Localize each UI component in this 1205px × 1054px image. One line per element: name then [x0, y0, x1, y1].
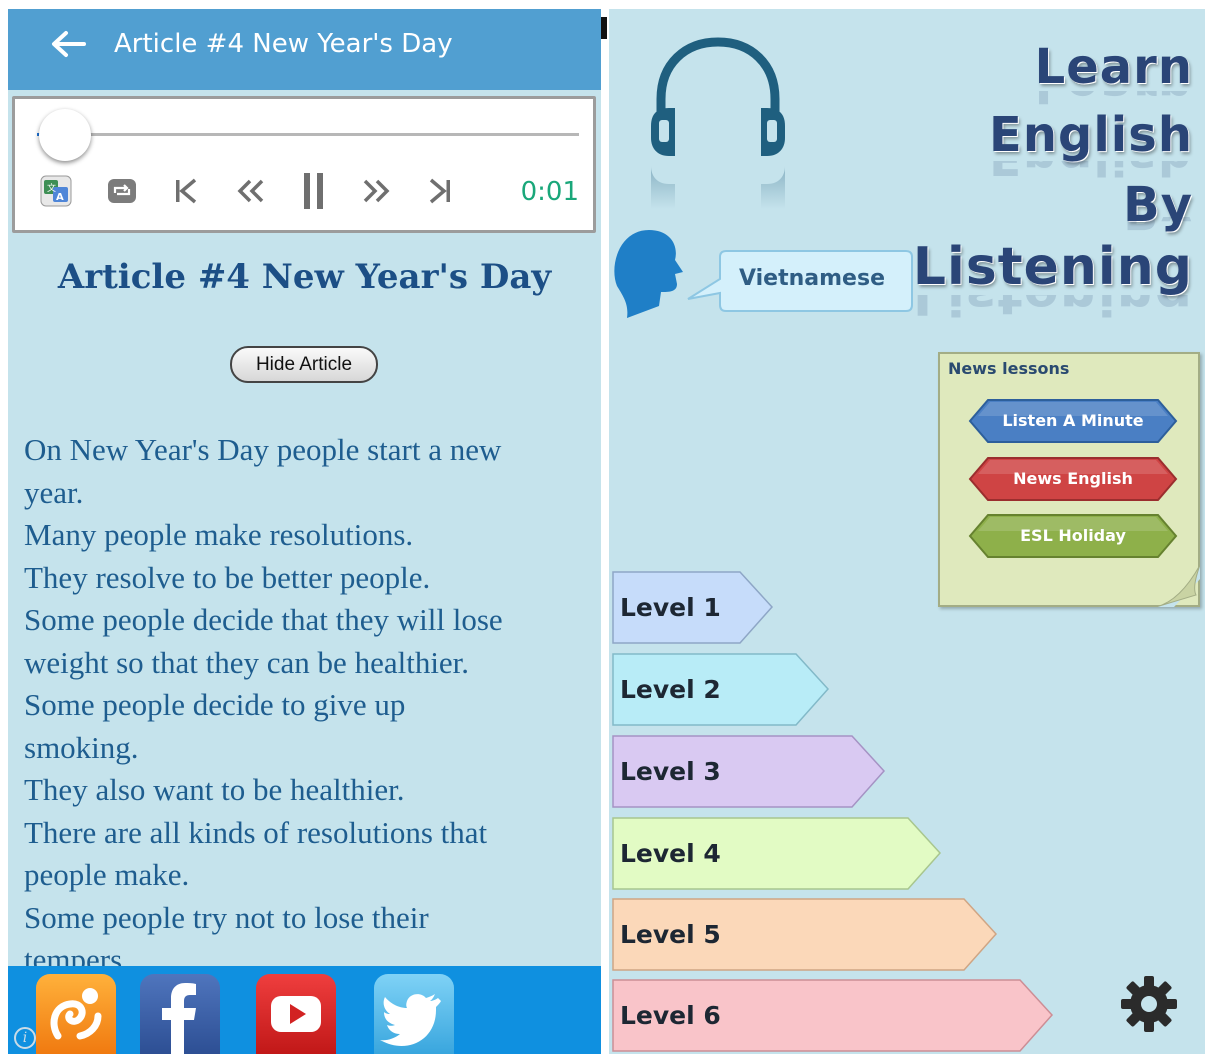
page-curl-icon [1156, 565, 1200, 607]
svg-text:A: A [56, 192, 64, 203]
twitter-icon[interactable] [374, 974, 454, 1054]
pause-icon[interactable] [297, 173, 331, 209]
article-body: On New Year's Day people start a new year… [24, 429, 596, 982]
esl-holiday-label: ESL Holiday [1020, 526, 1126, 545]
article-line: Many people make resolutions. [24, 517, 414, 552]
news-english-label: News English [1013, 469, 1133, 488]
settings-gear-icon[interactable] [1119, 974, 1179, 1034]
skip-previous-icon[interactable] [169, 174, 203, 208]
article-line: weight so that they can be healthier. [24, 644, 470, 680]
news-lessons-card: News lessons Listen A Minute News Englis… [938, 352, 1200, 607]
level-6-button[interactable]: Level 6 [612, 979, 1054, 1052]
audio-player: 文A 0:01 [12, 96, 596, 233]
seek-track[interactable] [37, 133, 579, 136]
title-reflection: By [1123, 217, 1193, 239]
article-line: people make. [24, 857, 190, 892]
home-screen: Vietnamese Learn Learn English English B… [609, 9, 1205, 1054]
level-4-button[interactable]: Level 4 [612, 817, 942, 890]
article-line: There are all kinds of resolutions that [24, 814, 488, 850]
playback-time: 0:01 [520, 177, 579, 207]
article-line: They resolve to be better people. [24, 559, 431, 595]
article-line: Some people decide that they will lose [24, 602, 503, 637]
app-bar: Article #4 New Year's Day [8, 9, 601, 90]
hide-article-button[interactable]: Hide Article [230, 346, 378, 383]
title-line-english: English [989, 107, 1193, 163]
level-1-button[interactable]: Level 1 [612, 571, 774, 644]
listen-a-minute-button[interactable]: Listen A Minute [968, 398, 1178, 444]
divider-mark [601, 17, 607, 39]
level-2-label: Level 2 [620, 675, 721, 704]
level-5-button[interactable]: Level 5 [612, 898, 998, 971]
facebook-icon[interactable] [140, 974, 220, 1054]
news-lessons-title: News lessons [948, 359, 1070, 378]
language-label[interactable]: Vietnamese [713, 251, 911, 307]
article-line: On New Year's Day people start a new [24, 432, 502, 467]
level-1-label: Level 1 [620, 593, 721, 622]
speaking-head-icon [614, 230, 683, 318]
title-line-listening: Listening [912, 237, 1193, 297]
youtube-icon[interactable] [256, 974, 336, 1054]
title-reflection: Listening [912, 295, 1193, 325]
info-icon[interactable]: i [14, 1027, 36, 1049]
back-arrow-icon[interactable] [48, 29, 88, 59]
uc-browser-icon[interactable] [36, 974, 116, 1054]
seek-knob[interactable] [39, 109, 91, 161]
article-line: smoking. [24, 729, 139, 765]
level-4-label: Level 4 [620, 839, 721, 868]
translate-icon[interactable]: 文A [39, 174, 73, 208]
article-line: year. [24, 474, 84, 510]
rewind-icon[interactable] [233, 174, 267, 208]
level-2-button[interactable]: Level 2 [612, 653, 830, 726]
article-screen: Article #4 New Year's Day 文A 0:01 Articl… [8, 9, 601, 1054]
app-bar-title: Article #4 New Year's Day [114, 29, 453, 59]
article-heading: Article #4 New Year's Day [57, 257, 552, 297]
headphones-icon [651, 37, 785, 209]
listen-a-minute-label: Listen A Minute [1002, 411, 1144, 430]
level-6-label: Level 6 [620, 1001, 721, 1030]
skip-next-icon[interactable] [423, 174, 457, 208]
news-english-button[interactable]: News English [968, 456, 1178, 502]
article-line: Some people decide to give up [24, 687, 406, 722]
svg-text:文: 文 [47, 182, 56, 194]
esl-holiday-button[interactable]: ESL Holiday [968, 513, 1178, 559]
level-3-button[interactable]: Level 3 [612, 735, 886, 808]
article-line: They also want to be healthier. [24, 772, 405, 807]
repeat-icon[interactable] [105, 174, 139, 208]
article-line: Some people try not to lose their [24, 899, 429, 935]
fast-forward-icon[interactable] [360, 174, 394, 208]
level-3-label: Level 3 [620, 757, 721, 786]
social-bar [8, 966, 601, 1054]
level-5-label: Level 5 [620, 920, 721, 949]
title-line-learn: Learn [1034, 39, 1193, 95]
